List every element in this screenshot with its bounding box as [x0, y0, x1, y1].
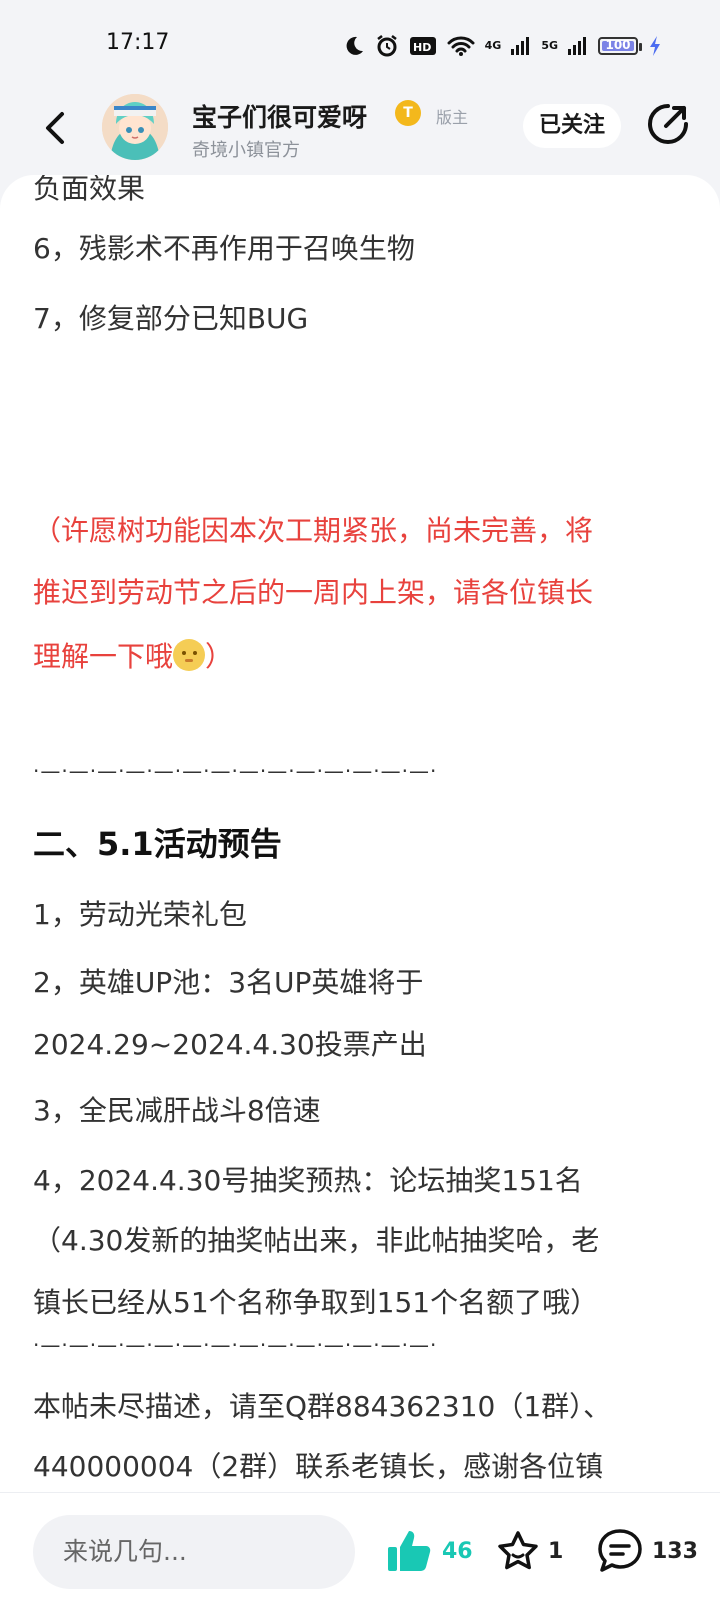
signal-icon — [511, 37, 530, 55]
list-item: 镇长已经从51个名称争取到151个名额了哦） — [33, 1286, 599, 1319]
footer-line: 440000004（2群）联系老镇长，感谢各位镇 — [33, 1450, 604, 1483]
battery-icon: 100 — [598, 37, 642, 55]
list-item: 3，全民减肝战斗8倍速 — [33, 1094, 321, 1127]
divider: ·—·—·—·—·—·—·—·—·—·—·—·—·—·—· — [33, 759, 438, 783]
comment-button[interactable]: 133 — [596, 1525, 698, 1577]
bottom-action-bar: 来说几句... 46 1 133 — [0, 1492, 720, 1609]
charging-icon — [650, 36, 660, 56]
level-badge: T — [395, 100, 421, 126]
follow-button[interactable]: 已关注 — [523, 104, 621, 148]
share-icon[interactable] — [646, 102, 690, 146]
section-title: 二、5.1活动预告 — [33, 825, 282, 863]
avatar[interactable] — [102, 94, 168, 160]
notice-line: （许愿树功能因本次工期紧张，尚未完善，将 — [33, 514, 594, 547]
favorite-button[interactable]: 1 — [496, 1525, 563, 1577]
thumbs-up-icon — [388, 1531, 431, 1571]
wifi-icon — [447, 36, 475, 56]
role-tag: 版主 — [436, 108, 469, 127]
pleading-face-icon — [173, 639, 206, 671]
notice-text: 理解一下哦 — [33, 640, 174, 673]
status-icons: HD 4G 5G 100 — [343, 30, 662, 62]
signal-icon — [568, 37, 586, 55]
list-item: 4，2024.4.30号抽奖预热：论坛抽奖151名 — [33, 1164, 583, 1197]
network-label-1: 4G — [484, 39, 502, 52]
comment-icon — [598, 1529, 642, 1572]
notice-line: 推迟到劳动节之后的一周内上架，请各位镇长 — [33, 576, 594, 609]
network-label-2: 5G — [541, 39, 558, 52]
footer-line: 本帖未尽描述，请至Q群884362310（1群）、 — [33, 1390, 612, 1423]
hd-icon: HD — [409, 37, 436, 55]
notice-line-3: 理解一下哦 ） — [33, 635, 233, 675]
list-item: 2，英雄UP池：3名UP英雄将于 — [33, 966, 424, 999]
author-subtitle: 奇境小镇官方 — [192, 140, 300, 161]
favorite-count: 1 — [548, 1538, 564, 1564]
svg-text:HD: HD — [413, 41, 431, 54]
like-count: 46 — [442, 1538, 473, 1564]
moon-icon — [346, 36, 363, 55]
content-line: 6，残影术不再作用于召唤生物 — [33, 232, 415, 265]
content-line: 7，修复部分已知BUG — [33, 302, 309, 335]
notice-text-end: ） — [205, 640, 234, 673]
status-bar: 17:17 HD 4G 5G 100 — [0, 0, 720, 92]
author-name[interactable]: 宝子们很可爱呀 — [192, 98, 367, 134]
divider: ·—·—·—·—·—·—·—·—·—·—·—·—·—·—· — [33, 1333, 438, 1357]
back-arrow-icon[interactable] — [36, 108, 76, 148]
like-button[interactable]: 46 — [386, 1525, 473, 1577]
post-header: 宝子们很可爱呀 T 版主 奇境小镇官方 已关注 — [0, 92, 720, 178]
status-time: 17:17 — [106, 30, 170, 55]
list-item: 1，劳动光荣礼包 — [33, 898, 247, 931]
alarm-icon — [376, 35, 397, 57]
comment-input[interactable]: 来说几句... — [33, 1515, 355, 1589]
post-content: 负面效果 6，残影术不再作用于召唤生物 7，修复部分已知BUG （许愿树功能因本… — [0, 175, 720, 1495]
comment-count: 133 — [652, 1538, 698, 1564]
star-icon — [498, 1531, 538, 1570]
list-item: （4.30发新的抽奖帖出来，非此帖抽奖哈，老 — [33, 1224, 600, 1257]
battery-level: 100 — [605, 38, 631, 52]
content-line: 负面效果 — [33, 175, 146, 205]
list-item: 2024.29~2024.4.30投票产出 — [33, 1028, 427, 1061]
